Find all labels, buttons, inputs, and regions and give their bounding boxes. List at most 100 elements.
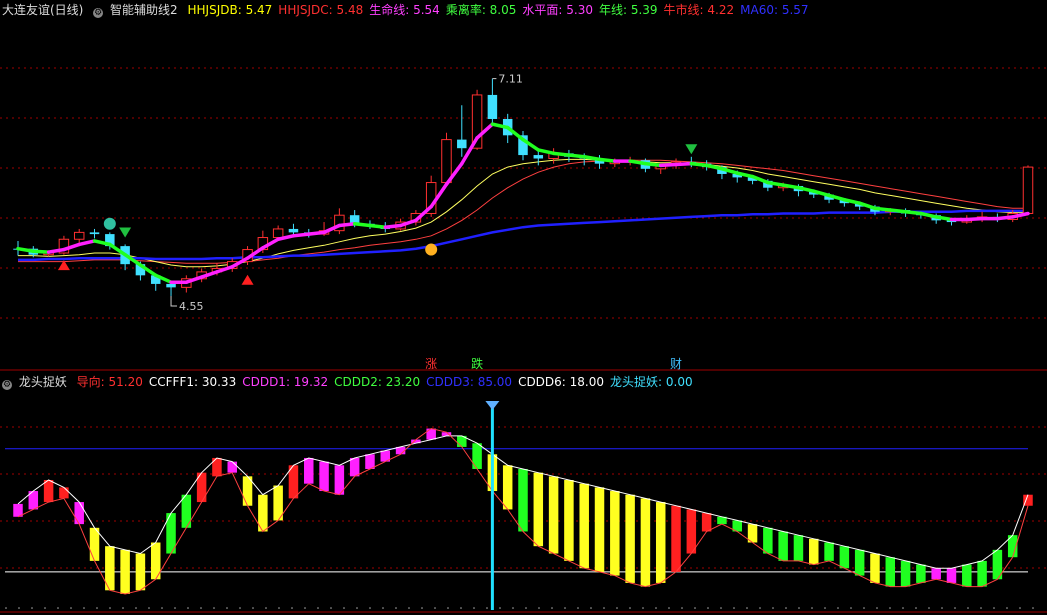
axis-dot (57, 607, 59, 609)
indicator-bar-20 (319, 461, 329, 492)
axis-dot (538, 607, 540, 609)
candle-body-17 (272, 228, 284, 239)
candle-body-10 (166, 283, 176, 288)
indicator-bar-43 (671, 505, 681, 572)
sub-indicator-value-3: CDDD2: 23.20 (334, 375, 421, 389)
signal-label-0: 涨 (425, 356, 437, 371)
indicator-bar-49 (763, 527, 773, 554)
axis-dot (304, 607, 306, 609)
life-line-seg-65 (995, 215, 1015, 221)
axis-dot (954, 607, 956, 609)
settings-circle-icon[interactable]: ⚙ (93, 8, 104, 18)
axis-dot (1006, 607, 1008, 609)
indicator-bar-27 (426, 428, 436, 440)
main-indicator-value-0: HHJSJDB: 5.47 (187, 3, 273, 17)
axis-dot (577, 607, 579, 609)
axis-dot (928, 607, 930, 609)
axis-dot (148, 607, 150, 609)
axis-dot (434, 607, 436, 609)
indicator-bar-55 (854, 549, 865, 576)
indicator-bar-53 (824, 542, 834, 561)
axis-dot (226, 607, 228, 609)
candle-body-5 (89, 232, 100, 235)
axis-dot (837, 607, 839, 609)
candle-body-18 (288, 228, 299, 233)
settings-circle-icon[interactable]: ⚙ (2, 380, 12, 390)
axis-dot (278, 607, 280, 609)
signal-circle-icon (425, 243, 438, 256)
life-line-seg-42 (643, 161, 663, 168)
axis-dot (967, 607, 969, 609)
life-line-seg-53 (812, 189, 831, 198)
life-line-seg-38 (582, 155, 602, 162)
indicator-bar-50 (778, 531, 788, 561)
indicator-bar-62 (962, 564, 972, 587)
main-indicator-value-3: 乘离率: 8.05 (445, 3, 517, 17)
indicator-bar-36 (564, 480, 574, 561)
axis-dot (720, 607, 722, 609)
signal-circle-icon (103, 217, 116, 230)
life-line-seg-22 (337, 222, 357, 228)
axis-dot (941, 607, 943, 609)
sell-triangle-icon (685, 144, 698, 155)
high-label: 7.11 (498, 73, 522, 86)
sub-indicator-value-5: CDDD6: 18.00 (518, 375, 605, 389)
life-line-seg-60 (919, 211, 938, 219)
life-line-seg-56 (857, 201, 877, 211)
low-label: 4.55 (179, 300, 204, 313)
diamond-icon (485, 401, 500, 410)
life-line-seg-23 (352, 222, 372, 228)
axis-dot (18, 607, 20, 609)
indicator-bar-8 (135, 553, 146, 591)
axis-dot (356, 607, 358, 609)
indicator-bar-45 (701, 513, 712, 532)
axis-dot (473, 607, 475, 609)
main-header: 大连友谊(日线) ⚙ 智能辅助线2 HHJSJDB: 5.47 HHJSJDC: … (2, 1, 821, 19)
life-line-seg-39 (597, 157, 617, 163)
sub-indicator-value-6: 龙头捉妖: 0.00 (610, 375, 693, 389)
axis-dot (317, 607, 319, 609)
axis-dot (96, 607, 98, 609)
main-indicator-value-2: 生命线: 5.54 (369, 3, 440, 17)
axis-dot (5, 607, 7, 609)
main-price-panel[interactable]: 7.11 4.55 涨 跌 财 (13, 73, 1034, 371)
sub-indicator-panel[interactable] (5, 401, 1034, 610)
life-line-seg-43 (658, 162, 678, 168)
axis-dot (733, 607, 735, 609)
axis-dot (265, 607, 267, 609)
axis-dot (850, 607, 852, 609)
axis-dot (902, 607, 904, 609)
indicator-name: 智能辅助线2 (110, 3, 178, 17)
candle-body-66 (1022, 166, 1034, 214)
axis-dot (1032, 607, 1034, 609)
life-line-seg-5 (77, 239, 97, 247)
life-line-seg-2 (31, 249, 51, 254)
candle-body-4 (73, 231, 85, 240)
axis-dot (460, 607, 462, 609)
axis-dot (772, 607, 774, 609)
axis-dot (291, 607, 293, 609)
main-indicator-value-7: MA60: 5.57 (740, 3, 809, 17)
axis-dot (668, 607, 670, 609)
signal-label-2: 财 (670, 357, 682, 371)
axis-dot (824, 607, 826, 609)
axis-dot (980, 607, 982, 609)
axis-dot (746, 607, 748, 609)
axis-dot (811, 607, 813, 609)
life-line-seg-63 (965, 216, 984, 222)
indicator-bar-51 (793, 535, 804, 561)
axis-dot (889, 607, 891, 609)
axis-dot (109, 607, 111, 609)
axis-dot (174, 607, 176, 609)
indicator-bar-22 (349, 457, 360, 477)
indicator-bar-14 (227, 461, 237, 473)
candle-body-34 (533, 155, 544, 159)
indicator-bar-58 (900, 560, 911, 587)
indicator-bar-3 (59, 487, 69, 499)
life-line-seg-57 (873, 206, 893, 212)
indicator-bar-39 (610, 491, 620, 576)
indicator-bar-52 (809, 538, 819, 565)
axis-dot (83, 607, 85, 609)
axis-dot (655, 607, 657, 609)
buy-triangle-icon (241, 274, 254, 285)
